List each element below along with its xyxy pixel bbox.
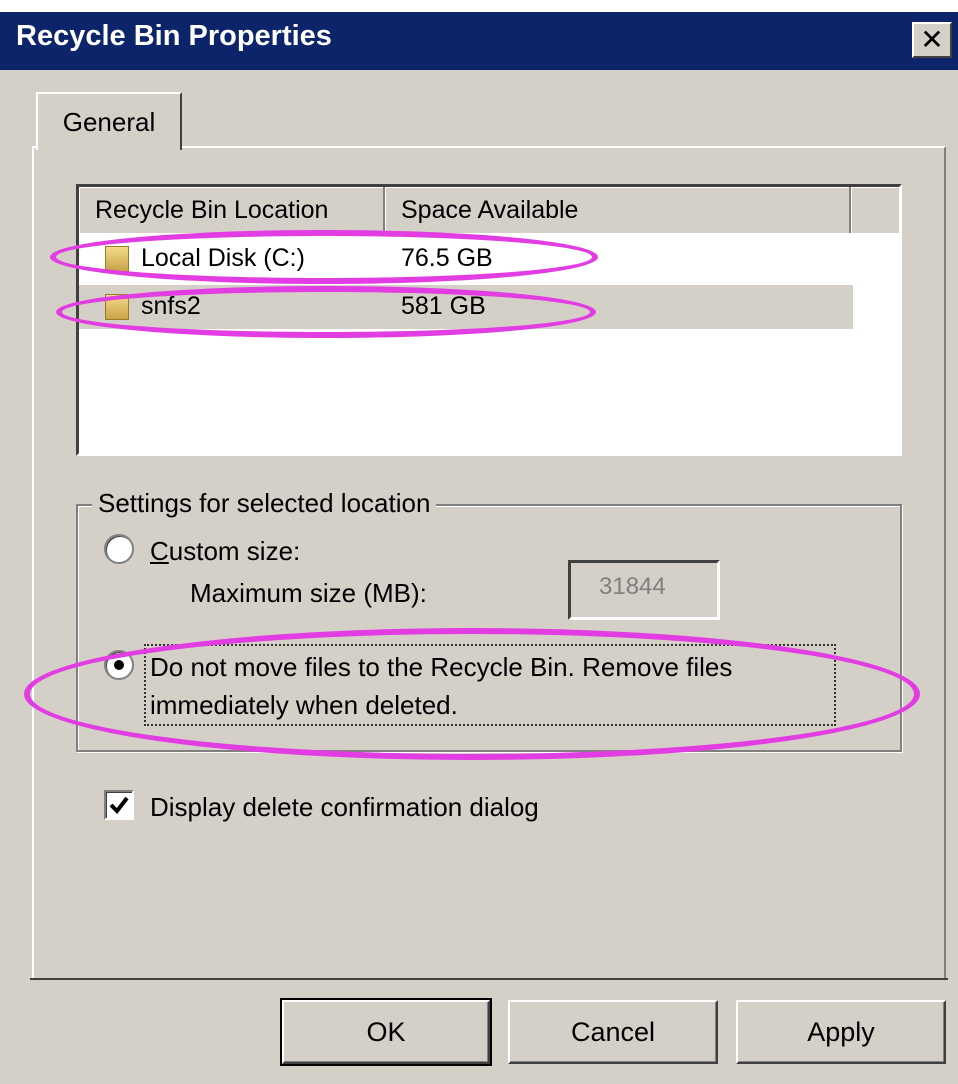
list-header: Recycle Bin Location Space Available [79,187,899,233]
tab-general[interactable]: General [36,92,182,150]
confirm-dialog-label[interactable]: Display delete confirmation dialog [150,792,539,823]
column-header-location[interactable]: Recycle Bin Location [79,187,385,233]
apply-button[interactable]: Apply [736,1000,946,1064]
annotation-oval-snfs2 [56,286,596,338]
close-icon: ✕ [920,24,944,55]
custom-size-label[interactable]: Custom size: [150,536,300,567]
checkmark-icon [109,796,129,815]
column-header-location-label: Recycle Bin Location [95,195,329,224]
max-size-field[interactable]: 31844 [568,560,720,620]
ok-button-label: OK [366,1016,406,1047]
max-size-label-text: Maximum size (MB): [190,578,427,608]
column-header-space[interactable]: Space Available [385,187,851,233]
ok-button[interactable]: OK [280,998,492,1066]
column-header-space-label: Space Available [401,195,579,224]
max-size-label: Maximum size (MB): [190,578,427,609]
tab-panel-shadow [30,978,948,980]
custom-size-radio[interactable] [104,534,134,564]
custom-size-rest: ustom size: [168,536,301,566]
max-size-value: 31844 [599,573,666,600]
column-header-filler [851,187,899,233]
custom-size-mnemonic: C [150,536,169,566]
annotation-oval-do-not-move [24,628,920,760]
close-button[interactable]: ✕ [912,22,952,58]
tab-general-label: General [62,106,156,137]
window-title: Recycle Bin Properties [16,20,332,52]
annotation-oval-local-disk [50,230,598,284]
cancel-button[interactable]: Cancel [508,1000,718,1064]
apply-button-label: Apply [807,1016,875,1047]
confirm-dialog-checkbox[interactable] [104,790,134,820]
cancel-button-label: Cancel [570,1016,656,1047]
settings-group-label: Settings for selected location [92,488,437,519]
